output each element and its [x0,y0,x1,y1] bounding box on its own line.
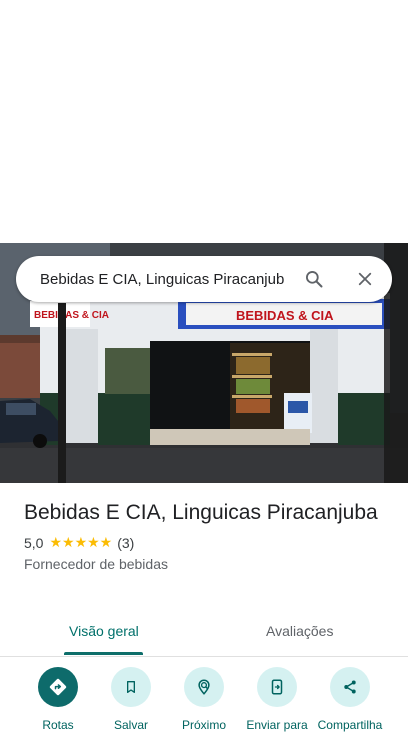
place-category[interactable]: Fornecedor de bebidas [24,556,394,572]
rating-row[interactable]: 5,0 ★★★★★ (3) [24,534,394,551]
bookmark-icon [111,667,151,707]
tab-reviews[interactable]: Avaliações [266,623,333,639]
nearby-button[interactable]: Próximo [164,667,244,732]
sign-main-text: BEBIDAS & CIA [236,308,334,323]
action-bar: Rotas Salvar Próximo Enviar para Compart… [0,667,408,732]
save-button[interactable]: Salvar [91,667,171,732]
sign-left-text: BEBIDAS & CIA [34,310,109,321]
search-bar[interactable]: Bebidas E CIA, Linguicas Piracanjub [16,256,392,302]
share-button[interactable]: Compartilha [310,667,390,732]
share-icon [330,667,370,707]
tab-bar: Visão geral Avaliações [0,612,408,657]
review-count: (3) [117,534,135,551]
close-icon[interactable] [353,267,377,291]
map-blank-area [0,0,408,243]
place-title: Bebidas E CIA, Linguicas Piracanjuba [24,501,378,524]
rating-value: 5,0 [24,534,44,551]
directions-icon [38,667,78,707]
send-to-phone-label: Enviar para [246,718,308,732]
share-label: Compartilha [317,718,383,732]
rating-stars-icon: ★★★★★ [49,534,113,550]
send-to-phone-icon [257,667,297,707]
save-label: Salvar [113,718,148,732]
send-to-phone-button[interactable]: Enviar para [237,667,317,732]
search-input[interactable]: Bebidas E CIA, Linguicas Piracanjub [40,271,290,288]
place-info: Bebidas E CIA, Linguicas Piracanjuba 5,0… [24,498,394,572]
tab-overview[interactable]: Visão geral [69,623,139,639]
active-tab-indicator [64,652,143,655]
search-icon[interactable] [302,267,326,291]
directions-button[interactable]: Rotas [18,667,98,732]
nearby-icon [184,667,224,707]
directions-label: Rotas [42,718,74,732]
nearby-label: Próximo [181,718,226,732]
